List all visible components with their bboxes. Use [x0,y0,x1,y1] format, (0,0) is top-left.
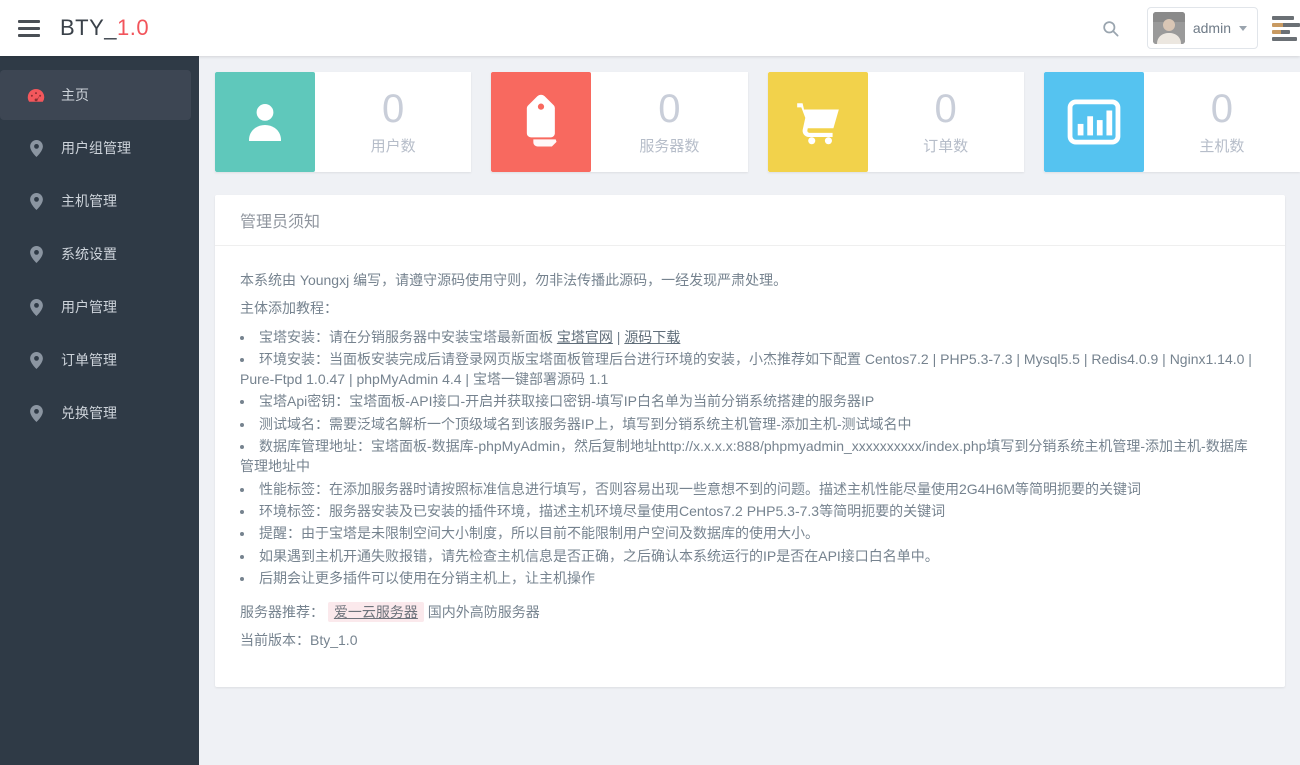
main-content: 0 用户数 0 服务器数 0 订单数 0 主机数 管理员须知 本系统由 Youn… [199,56,1300,765]
tutorial-list: 宝塔安装：请在分销服务器中安装宝塔最新面板 宝塔官网 | 源码下载 环境安装：当… [240,327,1260,589]
sidebar-item-users[interactable]: 用户管理 [0,282,191,332]
list-item: 后期会让更多插件可以使用在分销主机上，让主机操作 [240,568,1260,588]
pin-icon [27,351,45,369]
list-item: 数据库管理地址：宝塔面板-数据库-phpMyAdmin，然后复制地址http:/… [240,436,1260,477]
pin-icon [27,298,45,316]
panel-title: 管理员须知 [215,195,1285,246]
sidebar-item-label: 用户组管理 [61,140,131,156]
stat-label: 用户数 [370,137,416,155]
list-item: 环境安装：当面板安装完成后请登录网页版宝塔面板管理后台进行环境的安装，小杰推荐如… [240,349,1260,390]
topbar-right: admin [1091,7,1300,49]
sidebar-item-orders[interactable]: 订单管理 [0,335,191,385]
cart-icon [767,72,868,172]
list-item-text: 宝塔安装：请在分销服务器中安装宝塔最新面板 [259,328,557,345]
server-recommend-rest: 国内外高防服务器 [427,604,540,621]
search-icon[interactable] [1091,8,1131,48]
sidebar-item-system-settings[interactable]: 系统设置 [0,229,191,279]
bar-chart-icon [1043,72,1144,172]
sidebar: 主页 用户组管理 主机管理 系统设置 用户管理 订单管理 兑换管理 [0,56,199,765]
stat-label: 服务器数 [639,137,700,155]
dashboard-icon [27,87,45,103]
chevron-down-icon [1239,25,1247,31]
user-icon [215,72,315,172]
list-item: 环境标签：服务器安装及已安装的插件环境，描述主机环境尽量使用Centos7.2 … [240,501,1260,521]
server-recommend-label: 服务器推荐： [240,604,324,621]
stat-value: 0 [658,86,681,131]
pin-icon [27,192,45,210]
logo-suffix: 1.0 [117,15,150,40]
baota-official-link[interactable]: 宝塔官网 [557,329,613,345]
stats-bars-icon[interactable] [1272,15,1300,41]
notice-panel: 管理员须知 本系统由 Youngxj 编写，请遵守源码使用守则，勿非法传播此源码… [215,195,1285,687]
avatar [1152,12,1185,44]
list-item: 宝塔安装：请在分销服务器中安装宝塔最新面板 宝塔官网 | 源码下载 [240,327,1260,347]
stat-label: 订单数 [923,137,969,155]
version-value: Bty_1.0 [310,632,358,649]
stat-label: 主机数 [1199,137,1245,155]
pin-icon [27,139,45,157]
sidebar-item-label: 用户管理 [61,299,117,315]
panel-body: 本系统由 Youngxj 编写，请遵守源码使用守则，勿非法传播此源码，一经发现严… [215,246,1285,687]
topbar: BTY_1.0 admin [0,0,1300,56]
stat-value: 0 [934,86,957,131]
sidebar-item-hosts[interactable]: 主机管理 [0,176,191,226]
list-item: 性能标签：在添加服务器时请按照标准信息进行填写，否则容易出现一些意想不到的问题。… [240,479,1260,499]
pin-icon [27,245,45,263]
sidebar-item-label: 主机管理 [61,193,117,209]
server-recommend-row: 服务器推荐： 爱一云服务器 国内外高防服务器 [240,602,1260,623]
stat-value: 0 [382,86,405,131]
pin-icon [27,404,45,422]
stat-card-body: 0 服务器数 [591,72,747,172]
version-label: 当前版本： [240,632,310,649]
version-row: 当前版本：Bty_1.0 [240,630,1260,650]
tags-icon [491,72,592,172]
sidebar-item-redeem[interactable]: 兑换管理 [0,388,191,438]
stat-card-users[interactable]: 0 用户数 [215,72,472,172]
stat-card-body: 0 主机数 [1144,72,1300,172]
list-item: 提醒：由于宝塔是未限制空间大小制度，所以目前不能限制用户空间及数据库的使用大小。 [240,523,1260,543]
notice-intro: 本系统由 Youngxj 编写，请遵守源码使用守则，勿非法传播此源码，一经发现严… [240,272,788,288]
source-download-link[interactable]: 源码下载 [624,329,680,345]
logo-prefix: BTY_ [60,15,118,40]
sidebar-item-label: 订单管理 [61,352,117,368]
stat-card-orders[interactable]: 0 订单数 [767,72,1024,172]
stat-card-body: 0 订单数 [868,72,1024,172]
menu-toggle-icon[interactable] [10,9,48,47]
list-item: 宝塔Api密钥：宝塔面板-API接口-开启并获取接口密钥-填写IP白名单为当前分… [240,391,1260,411]
sidebar-item-label: 主页 [61,87,89,103]
stat-value: 0 [1210,86,1233,131]
sidebar-item-label: 系统设置 [61,246,117,262]
stat-card-body: 0 用户数 [315,72,471,172]
sidebar-item-label: 兑换管理 [61,405,117,421]
sidebar-item-home[interactable]: 主页 [0,70,191,120]
list-item: 测试域名：需要泛域名解析一个顶级域名到该服务器IP上，填写到分销系统主机管理-添… [240,414,1260,434]
link-separator: | [612,328,625,345]
app-logo[interactable]: BTY_1.0 [60,15,149,41]
stat-cards: 0 用户数 0 服务器数 0 订单数 0 主机数 [215,72,1300,172]
username: admin [1192,20,1231,36]
user-menu[interactable]: admin [1146,7,1258,49]
tutorial-heading: 主体添加教程： [240,300,338,317]
stat-card-hosts[interactable]: 0 主机数 [1043,72,1300,172]
aiyun-server-link[interactable]: 爱一云服务器 [327,602,424,623]
stat-card-servers[interactable]: 0 服务器数 [491,72,748,172]
sidebar-item-user-groups[interactable]: 用户组管理 [0,123,191,173]
list-item: 如果遇到主机开通失败报错，请先检查主机信息是否正确，之后确认本系统运行的IP是否… [240,546,1260,566]
